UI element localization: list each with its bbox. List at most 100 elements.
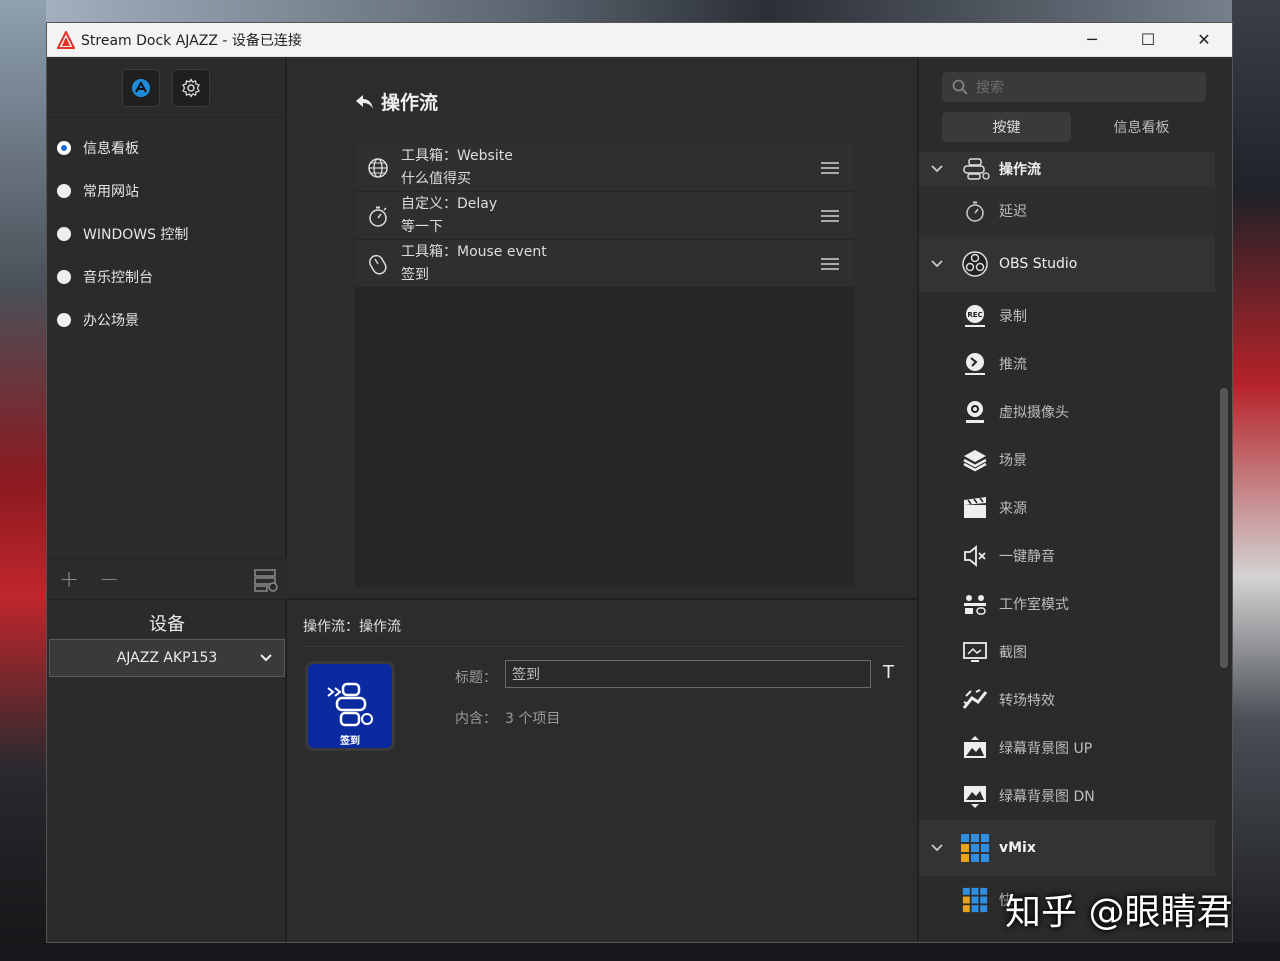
mouse-icon [369,254,387,275]
action-item-screenshot[interactable]: 截图 [919,628,1215,676]
chevron-down-icon [931,260,943,268]
maximize-button[interactable]: ☐ [1120,23,1176,57]
profile-list: 信息看板 常用网站 WINDOWS 控制 音乐控制台 办公场景 [47,118,285,341]
action-item-studio-mode[interactable]: 工作室模式 [919,580,1215,628]
scrollbar[interactable] [1220,388,1228,668]
settings-button[interactable] [172,68,210,107]
flow-item-action: 工具箱：Website [401,147,513,164]
app-window: Stream Dock AJAZZ - 设备已连接 ─ ☐ ✕ 信息看板 常用网… [46,22,1233,943]
gear-icon [182,77,200,98]
radio-icon[interactable] [57,312,71,327]
profile-tools: + − [47,558,287,600]
chevron-down-icon [260,654,272,662]
radio-icon[interactable] [57,183,71,198]
clapperboard-icon [964,497,986,518]
screenshot-icon [963,642,987,662]
app-logo-icon [57,30,75,49]
profile-item-websites[interactable]: 常用网站 [47,169,285,212]
desktop-background-left [0,0,46,961]
chevron-down-icon [931,844,943,852]
category-label: 操作流 [999,162,1041,178]
device-select[interactable]: AJAZZ AKP153 [49,639,285,677]
action-key-face: 签到 [308,664,392,748]
search-placeholder: 搜索 [976,80,1004,96]
action-item-label: 截图 [999,645,1027,661]
drag-handle-icon[interactable] [821,161,839,175]
action-item-mute[interactable]: 一键静音 [919,532,1215,580]
svg-text:REC: REC [967,311,982,319]
title-input[interactable] [505,660,871,688]
profile-label: 音乐控制台 [83,269,153,286]
back-button[interactable]: 操作流 [355,88,438,115]
drag-handle-icon[interactable] [821,257,839,271]
text-style-button[interactable]: T [883,662,894,683]
add-profile-button[interactable]: + [59,565,79,593]
drag-handle-icon[interactable] [821,209,839,223]
transition-icon [962,689,988,709]
tab-dashboard[interactable]: 信息看板 [1077,112,1206,142]
category-vmix[interactable]: vMix [919,820,1215,876]
page-title: 操作流 [381,92,439,114]
close-button[interactable]: ✕ [1176,23,1232,57]
action-item-stream[interactable]: 推流 [919,340,1215,388]
category-label: OBS Studio [999,256,1078,272]
stopwatch-icon [966,201,984,222]
action-item-record[interactable]: REC 录制 [919,292,1215,340]
profile-item-office[interactable]: 办公场景 [47,298,285,341]
chevron-down-icon [931,165,943,173]
category-label: vMix [999,840,1036,856]
action-key-preview[interactable]: 签到 [305,661,395,751]
minimize-button[interactable]: ─ [1064,23,1120,57]
flow-item[interactable]: 工具箱：Mouse event 签到 [355,240,854,288]
contains-label: 内含： [455,711,497,727]
properties-heading: 操作流：操作流 [303,619,401,635]
window-title: Stream Dock AJAZZ - 设备已连接 [81,32,302,49]
action-item-greenscreen-down[interactable]: 绿幕背景图 DN [919,772,1215,820]
action-item-scene[interactable]: 场景 [919,436,1215,484]
library-tabs: 按键 信息看板 [942,112,1206,142]
flow-item-action: 工具箱：Mouse event [401,243,547,260]
radio-icon[interactable] [57,269,71,284]
profile-item-music-console[interactable]: 音乐控制台 [47,255,285,298]
action-item-label: 场景 [999,453,1027,469]
device-manage-icon[interactable] [253,567,279,593]
vmix-logo-icon [961,834,989,862]
flow-item-title: 什么值得买 [401,170,471,187]
action-item-transition[interactable]: 转场特效 [919,676,1215,724]
profile-label: 办公场景 [83,312,139,329]
studio-mode-icon [964,595,986,615]
image-down-icon [964,786,986,808]
title-label: 标题： [455,670,497,686]
device-heading: 设备 [149,614,185,635]
category-flow[interactable]: 操作流 [919,152,1215,186]
profile-sidebar: 信息看板 常用网站 WINDOWS 控制 音乐控制台 办公场景 + − 设备 A… [47,58,287,942]
stopwatch-icon [369,206,387,227]
profile-item-dashboard[interactable]: 信息看板 [47,126,285,169]
tab-keys[interactable]: 按键 [942,112,1071,142]
ajazz-home-button[interactable] [122,68,160,107]
action-item-virtual-camera[interactable]: 虚拟摄像头 [919,388,1215,436]
action-item-label: 绿幕背景图 UP [999,741,1093,757]
title-bar: Stream Dock AJAZZ - 设备已连接 ─ ☐ ✕ [47,23,1232,57]
ajazz-logo-icon [132,78,150,97]
profile-item-windows-control[interactable]: WINDOWS 控制 [47,212,285,255]
device-select-value: AJAZZ AKP153 [116,650,218,666]
radio-selected-icon[interactable] [57,140,71,155]
action-item-delay[interactable]: 延迟 [919,186,1215,236]
profile-label: 信息看板 [83,140,139,157]
globe-icon [368,157,388,178]
radio-icon[interactable] [57,226,71,241]
back-arrow-icon [356,94,373,109]
remove-profile-button[interactable]: − [99,565,119,593]
category-obs[interactable]: OBS Studio [919,236,1215,292]
action-tree: 操作流 延迟 OBS Studio REC 录制 推流 虚拟摄像头 场景 来源 一… [919,152,1215,924]
flow-item[interactable]: 工具箱：Website 什么值得买 [355,144,854,192]
search-box[interactable]: 搜索 [942,72,1206,102]
action-item-greenscreen-up[interactable]: 绿幕背景图 UP [919,724,1215,772]
flow-item-action: 自定义：Delay [401,195,498,212]
flow-item[interactable]: 自定义：Delay 等一下 [355,192,854,240]
action-item-source[interactable]: 来源 [919,484,1215,532]
action-item-label: 转场特效 [999,693,1055,709]
obs-logo-icon [962,251,988,277]
sidebar-toolbar [47,58,285,118]
